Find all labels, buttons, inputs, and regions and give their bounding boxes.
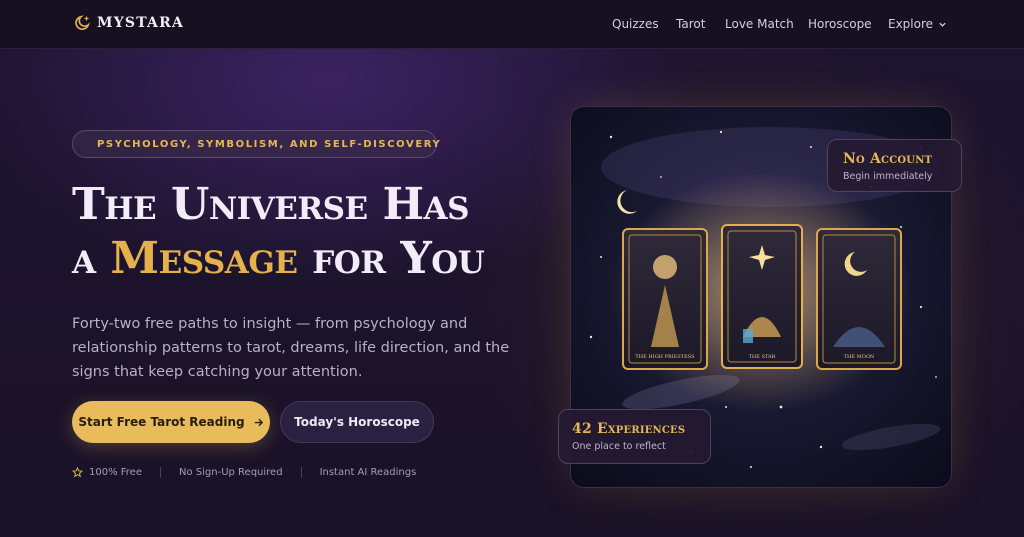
feature-instant-ai: Instant AI Readings — [319, 466, 417, 478]
todays-horoscope-button[interactable]: Today's Horoscope — [280, 401, 434, 443]
card-moon-label: THE MOON — [844, 354, 875, 360]
headline-post: for You — [297, 233, 485, 284]
headline-highlight: Message — [110, 233, 298, 284]
chevron-down-icon — [939, 22, 946, 27]
nav-horoscope[interactable]: Horoscope — [808, 17, 872, 31]
headline-line-1: The Universe Has — [72, 179, 469, 230]
card-high-priestess: THE HIGH PRIESTESS — [622, 228, 708, 370]
experiences-title: 42 Experiences — [572, 421, 686, 437]
feature-free-label: 100% Free — [89, 466, 142, 478]
hero-badge: PSYCHOLOGY, SYMBOLISM, AND SELF-DISCOVER… — [72, 130, 440, 158]
top-navbar: MYSTARA Quizzes Tarot Love Match Horosco… — [0, 0, 1024, 49]
hero-headline: The Universe Has a Message for You — [72, 178, 552, 286]
start-tarot-reading-label: Start Free Tarot Reading — [78, 415, 245, 429]
start-tarot-reading-button[interactable]: Start Free Tarot Reading — [72, 401, 270, 443]
feature-divider — [160, 466, 161, 478]
card-high-priestess-label: THE HIGH PRIESTESS — [635, 354, 695, 360]
headline-pre: a — [72, 233, 111, 284]
feature-no-signup: No Sign-Up Required — [179, 466, 283, 478]
no-account-callout: No Account Begin immediately — [827, 139, 962, 192]
hero-badge-text: PSYCHOLOGY, SYMBOLISM, AND SELF-DISCOVER… — [97, 138, 442, 150]
feature-list: 100% Free No Sign-Up Required Instant AI… — [72, 465, 416, 479]
nav-explore-dropdown[interactable]: Explore — [888, 17, 947, 31]
no-account-subtitle: Begin immediately — [843, 171, 933, 182]
feature-divider — [300, 466, 302, 478]
card-star-label: THE STAR — [749, 354, 776, 360]
nav-explore-label: Explore — [888, 17, 934, 31]
nav-love-match[interactable]: Love Match — [725, 17, 794, 31]
experiences-subtitle: One place to reflect — [572, 441, 666, 452]
no-account-title: No Account — [843, 151, 933, 167]
main-nav: Quizzes Tarot Love Match Horoscope Explo… — [0, 17, 1024, 33]
feature-free: 100% Free — [72, 466, 142, 478]
nav-quizzes[interactable]: Quizzes — [612, 17, 659, 31]
nav-tarot[interactable]: Tarot — [676, 17, 705, 31]
hero-subtitle: Forty-two free paths to insight — from p… — [72, 316, 510, 380]
experiences-callout: 42 Experiences One place to reflect — [558, 409, 711, 464]
card-star: THE STAR — [721, 224, 803, 369]
card-moon: THE MOON — [816, 228, 902, 370]
arrow-right-icon — [254, 418, 263, 426]
star-outline-icon — [72, 466, 83, 477]
headline-line-2: a Message for You — [72, 232, 552, 286]
todays-horoscope-label: Today's Horoscope — [294, 415, 420, 429]
